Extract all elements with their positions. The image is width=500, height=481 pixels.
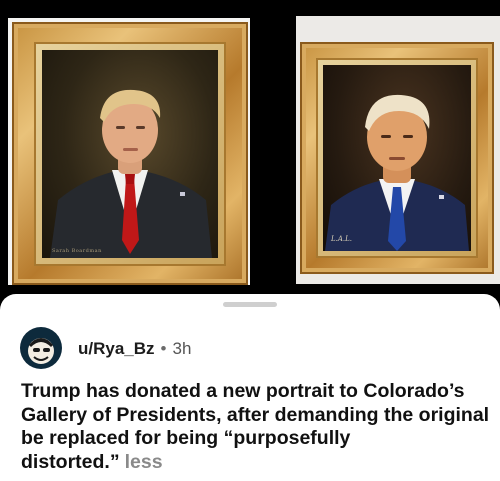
post-meta: u/Rya_Bz • 3h <box>78 339 191 359</box>
artist-signature-left: Sarah Boardman <box>52 248 102 254</box>
post-age: 3h <box>172 339 192 358</box>
post-detail-sheet: u/Rya_Bz • 3h Trump has donated a new port… <box>0 294 500 481</box>
post-media[interactable]: Sarah Boardman L.A.L. <box>0 0 500 300</box>
username-link[interactable]: u/Rya_Bz <box>78 339 155 358</box>
portrait-photo-new[interactable]: L.A.L. <box>296 16 500 284</box>
post-body: Trump has donated a new portrait to Colo… <box>21 380 491 474</box>
portrait-figure-original <box>50 89 212 258</box>
collapse-less-button[interactable]: less <box>125 451 163 473</box>
user-avatar[interactable] <box>20 327 62 369</box>
portrait-figure-new <box>325 94 469 251</box>
sheet-drag-handle[interactable] <box>223 302 277 307</box>
portrait-canvas: Sarah Boardman <box>42 50 218 258</box>
portrait-photo-original[interactable]: Sarah Boardman <box>8 18 250 285</box>
post-text: Trump has donated a new portrait to Colo… <box>21 380 490 473</box>
avatar-icon <box>20 327 62 369</box>
meta-separator: • <box>160 339 167 358</box>
portrait-canvas: L.A.L. <box>323 65 471 251</box>
artist-signature-right: L.A.L. <box>331 235 353 243</box>
